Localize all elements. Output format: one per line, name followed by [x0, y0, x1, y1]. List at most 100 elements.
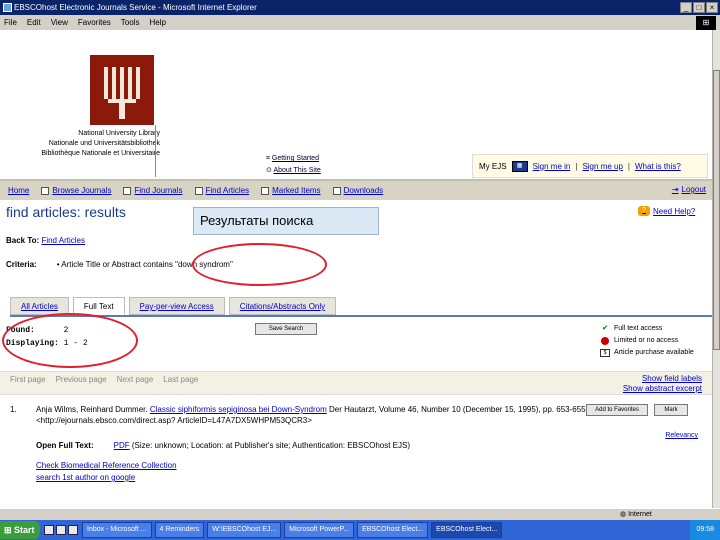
task-ebsco-browser-2[interactable]: EBSCOhost Elect...	[431, 522, 503, 538]
quick-launch	[44, 525, 78, 535]
windows-logo-icon: ⊞	[696, 16, 716, 30]
access-legend: ✔ Full text access Limited or no access $…	[600, 323, 694, 359]
biomedical-reference-link[interactable]: Check Biomedical Reference Collection	[36, 460, 177, 472]
show-abstract-link[interactable]: Show abstract excerpt	[623, 384, 702, 393]
page-title: find articles: results	[6, 204, 126, 220]
task-reminders[interactable]: 4 Reminders	[154, 522, 205, 538]
card-icon: ▦	[511, 160, 528, 172]
library-logo	[90, 55, 154, 125]
getting-started-link[interactable]: Getting Started	[272, 155, 319, 162]
minimize-button[interactable]: _	[680, 2, 692, 13]
find-journals-icon	[123, 186, 132, 195]
next-page-link: Next page	[116, 375, 154, 384]
tab-full-text[interactable]: Full Text	[72, 297, 125, 315]
main-nav: Home Browse Journals Find Journals Find …	[0, 179, 712, 200]
task-ebsco-browser-1[interactable]: EBSCOhost Elect...	[357, 522, 429, 538]
nav-home[interactable]: Home	[8, 186, 29, 195]
translation-overlay: Результаты поиска	[193, 207, 379, 235]
ie-icon	[3, 3, 12, 12]
save-search-button[interactable]: Save Search	[255, 323, 317, 335]
status-bar: ◍ Internet	[0, 508, 720, 520]
about-site-link[interactable]: About This Site	[273, 167, 320, 174]
checkmark-icon: ✔	[602, 325, 608, 332]
nav-marked-items[interactable]: Marked Items	[261, 186, 321, 195]
quick-launch-icon[interactable]	[44, 525, 54, 535]
my-ejs-label: My EJS	[479, 161, 507, 171]
annotation-circle-count	[2, 313, 138, 368]
criteria-label: Criteria:	[6, 260, 37, 269]
quick-launch-icon[interactable]	[56, 525, 66, 535]
relevancy-link[interactable]: Relevancy	[648, 430, 698, 441]
find-articles-back-link[interactable]: Find Articles	[41, 236, 85, 245]
first-page-link: First page	[10, 375, 46, 384]
no-access-icon	[601, 337, 609, 345]
last-page-link: Last page	[163, 375, 199, 384]
tab-pay-per-view[interactable]: Pay-per-view Access	[128, 297, 225, 315]
result-number: 1.	[10, 405, 17, 414]
purchase-icon: $	[600, 349, 610, 357]
window-controls: _ □ ×	[680, 2, 718, 13]
menu-help[interactable]: Help	[149, 15, 165, 30]
menu-bar: File Edit View Favorites Tools Help	[0, 15, 720, 30]
result-citation: Anja Wilms, Reinhard Dummer. Classic sip…	[36, 405, 588, 425]
logout-icon: ⇥	[671, 185, 679, 194]
my-ejs-panel: My EJS ▦ Sign me in | Sign me up | What …	[472, 154, 708, 178]
what-is-this-link[interactable]: What is this?	[635, 162, 681, 171]
show-field-labels-link[interactable]: Show field labels	[642, 374, 702, 383]
vertical-scrollbar[interactable]	[712, 30, 720, 508]
close-button[interactable]: ×	[706, 2, 718, 13]
window-title: EBSCOhost Electronic Journals Service - …	[14, 3, 257, 12]
globe-icon: ◍	[620, 511, 629, 518]
header-links: ⌗ Getting Started ⊙ About This Site	[266, 153, 321, 177]
taskbar: ⊞ Start Inbox - Microsoft ... 4 Reminder…	[0, 520, 720, 540]
mark-button[interactable]: Mark	[654, 404, 688, 416]
logout-link[interactable]: ⇥ Logout	[672, 185, 706, 194]
article-title-link[interactable]: Classic siphiformis sepiginosa bei Down-…	[150, 405, 327, 414]
nav-find-journals[interactable]: Find Journals	[123, 186, 183, 195]
task-powerpoint[interactable]: Microsoft PowerP...	[284, 522, 355, 538]
page-content: National University Library Nationale un…	[0, 30, 712, 508]
result-tabs: All Articles Full Text Pay-per-view Acce…	[10, 297, 712, 317]
find-articles-icon	[194, 186, 203, 195]
previous-page-link: Previous page	[55, 375, 107, 384]
scrollbar-thumb[interactable]	[713, 70, 720, 350]
nav-downloads[interactable]: Downloads	[332, 186, 383, 195]
need-help-link[interactable]: ? Need Help?	[638, 206, 695, 216]
system-tray: 09:58	[690, 520, 720, 540]
back-to: Back To: Find Articles	[6, 236, 86, 245]
menu-view[interactable]: View	[51, 15, 68, 30]
window-titlebar[interactable]: EBSCOhost Electronic Journals Service - …	[0, 0, 720, 15]
start-button[interactable]: ⊞ Start	[0, 521, 40, 539]
nav-find-articles[interactable]: Find Articles	[194, 186, 249, 195]
sign-up-link[interactable]: Sign me up	[582, 162, 622, 171]
help-icon: ?	[638, 206, 650, 216]
internet-zone: ◍ Internet	[620, 511, 652, 518]
menu-tools[interactable]: Tools	[121, 15, 140, 30]
add-to-favorites-button[interactable]: Add to Favorites	[586, 404, 648, 416]
menu-edit[interactable]: Edit	[27, 15, 41, 30]
task-inbox[interactable]: Inbox - Microsoft ...	[82, 522, 152, 538]
downloads-icon	[332, 186, 341, 195]
menu-file[interactable]: File	[4, 15, 17, 30]
pager-bar: First page Previous page Next page Last …	[0, 371, 712, 395]
google-author-search-link[interactable]: search 1st author on google	[36, 472, 177, 484]
pager: First page Previous page Next page Last …	[10, 375, 198, 384]
library-name: National University Library Nationale un…	[41, 130, 160, 157]
menu-favorites[interactable]: Favorites	[78, 15, 111, 30]
windows-flag-icon: ⊞	[4, 525, 15, 535]
task-ebsco-folder[interactable]: W:\EBSCOhost EJ...	[207, 522, 282, 538]
browse-icon	[41, 186, 50, 195]
display-options: Show field labels Show abstract excerpt	[623, 374, 702, 394]
tab-citations-abstracts[interactable]: Citations/Abstracts Only	[228, 297, 337, 315]
maximize-button[interactable]: □	[693, 2, 705, 13]
quick-launch-icon[interactable]	[68, 525, 78, 535]
pdf-link[interactable]: PDF	[114, 441, 130, 450]
divider	[155, 125, 161, 177]
marked-items-icon	[261, 186, 270, 195]
clock: 09:58	[696, 526, 714, 533]
sign-in-link[interactable]: Sign me in	[533, 162, 571, 171]
more-links: Check Biomedical Reference Collection se…	[36, 460, 177, 484]
annotation-circle-criteria	[192, 243, 327, 286]
nav-browse-journals[interactable]: Browse Journals	[41, 186, 111, 195]
open-full-text: Open Full Text: PDF (Size: unknown; Loca…	[36, 441, 410, 450]
